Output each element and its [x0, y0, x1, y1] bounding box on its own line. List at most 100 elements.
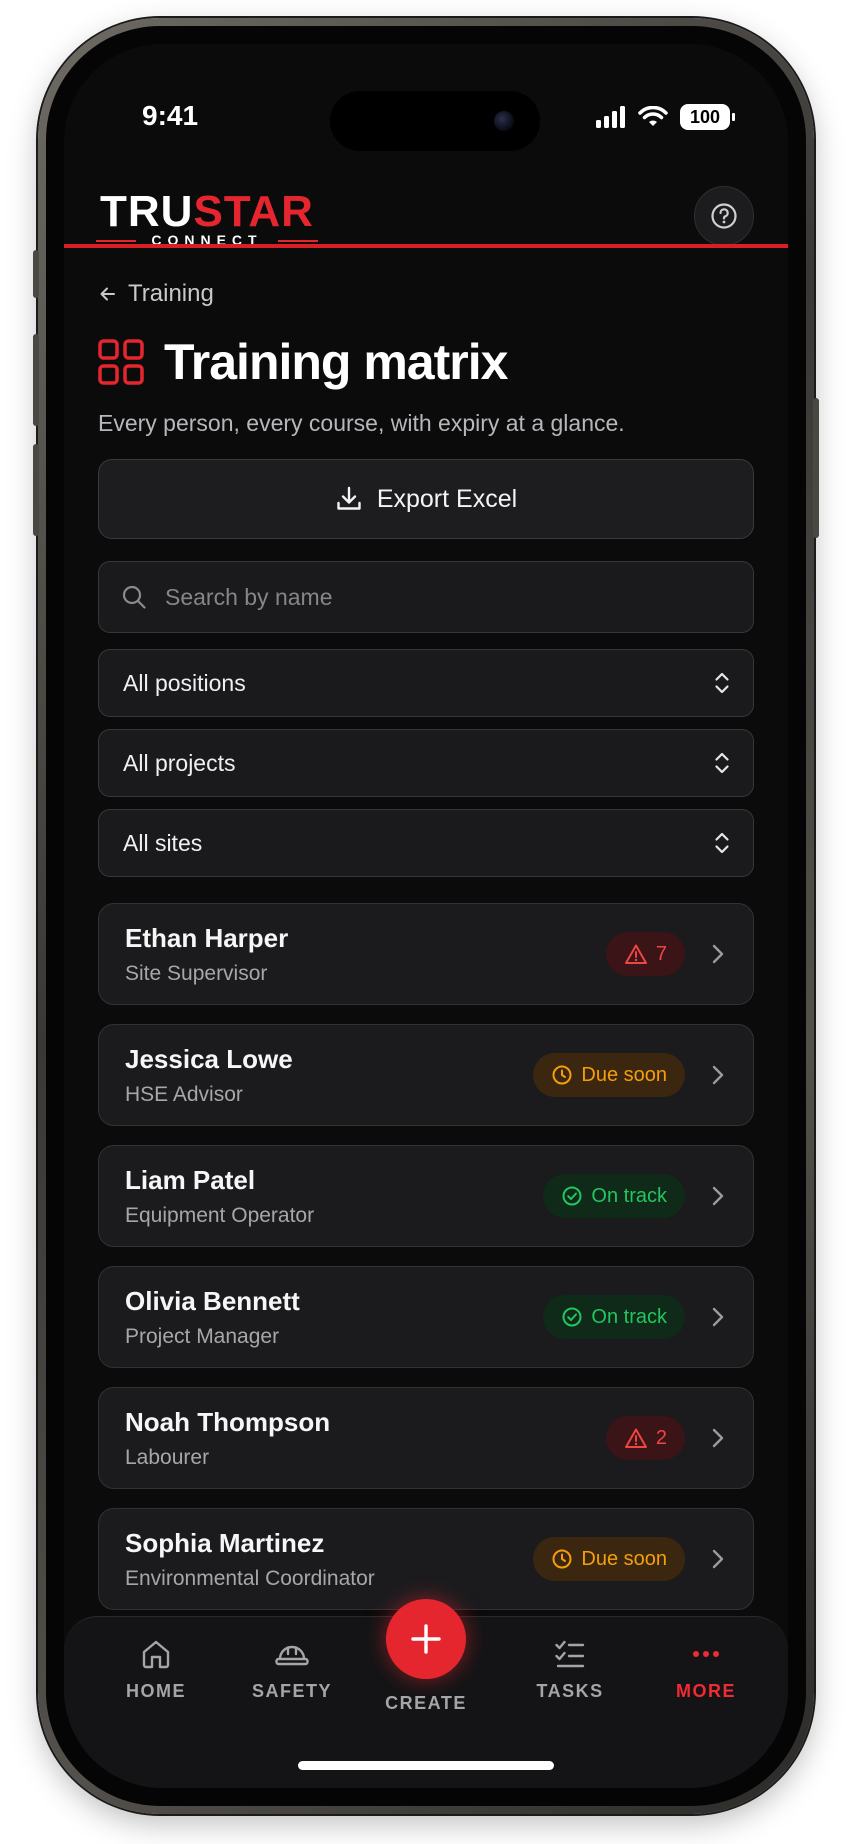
site-filter-select[interactable]: All sites — [98, 809, 754, 877]
status-badge-text: 7 — [655, 942, 667, 965]
search-icon — [122, 585, 146, 609]
tab-safety-label: SAFETY — [251, 1681, 332, 1701]
status-badge-text: On track — [591, 1305, 667, 1328]
person-row[interactable]: Olivia Bennett Project Manager On track — [98, 1266, 754, 1368]
bezel: 9:41 100 TRUSTAR CONNECT Training Traini… — [46, 26, 806, 1806]
search-box — [98, 561, 754, 633]
tab-home[interactable]: HOME — [96, 1637, 216, 1702]
volume-down-button — [33, 444, 39, 536]
check-circle-icon — [562, 1307, 582, 1327]
position-filter-select[interactable]: All positions — [98, 649, 754, 717]
clock-icon — [552, 1065, 572, 1085]
chevron-up-down-icon — [715, 672, 729, 694]
position-filter-value: All positions — [123, 669, 246, 696]
tab-safety[interactable]: SAFETY — [232, 1637, 352, 1702]
app-header: TRUSTAR CONNECT — [64, 172, 788, 264]
person-role: Equipment Operator — [125, 1203, 315, 1227]
status-badge-text: 2 — [655, 1426, 667, 1449]
back-label: Training — [128, 280, 214, 307]
trustar-logo[interactable]: TRUSTAR CONNECT — [96, 187, 318, 248]
search-input[interactable] — [165, 583, 753, 611]
person-name: Ethan Harper — [125, 922, 289, 953]
person-info: Ethan Harper Site Supervisor — [125, 923, 606, 986]
tab-more[interactable]: MORE — [646, 1637, 766, 1702]
person-name: Jessica Lowe — [125, 1043, 293, 1074]
status-badge-text: On track — [591, 1184, 667, 1207]
person-name: Olivia Bennett — [125, 1285, 300, 1316]
chevron-right-icon — [712, 1307, 724, 1327]
tab-tasks-label: TASKS — [536, 1681, 604, 1701]
site-filter-value: All sites — [123, 829, 203, 856]
battery-indicator: 100 — [680, 104, 735, 130]
status-badge-text: Due soon — [581, 1547, 667, 1570]
wifi-icon — [638, 106, 668, 126]
project-filter-value: All projects — [123, 749, 236, 776]
hard-hat-icon — [275, 1645, 309, 1666]
chevron-right-icon — [712, 1186, 724, 1206]
chevron-right-icon — [712, 1549, 724, 1569]
status-icons: 100 — [596, 104, 735, 130]
title-row: Training matrix — [98, 332, 754, 392]
screen: 9:41 100 TRUSTAR CONNECT Training Traini… — [64, 44, 788, 1788]
task-list-icon — [555, 1640, 585, 1668]
row-chevron — [711, 942, 727, 966]
person-info: Olivia Bennett Project Manager — [125, 1286, 543, 1349]
person-row[interactable]: Sophia Martinez Environmental Coordinator… — [98, 1508, 754, 1610]
tab-tasks[interactable]: TASKS — [510, 1637, 630, 1702]
row-chevron — [711, 1426, 727, 1450]
person-row[interactable]: Jessica Lowe HSE Advisor Due soon — [98, 1024, 754, 1126]
row-chevron — [711, 1063, 727, 1087]
camera-icon — [494, 111, 514, 131]
clock-icon — [552, 1549, 572, 1569]
status-time: 9:41 — [142, 100, 199, 131]
tab-create-label: CREATE — [385, 1693, 467, 1713]
person-name: Noah Thompson — [125, 1406, 331, 1437]
dynamic-island — [330, 91, 540, 151]
page-subtitle: Every person, every course, with expiry … — [98, 410, 625, 436]
grid-icon — [98, 339, 144, 385]
person-role: Labourer — [125, 1445, 210, 1469]
action-button — [33, 250, 39, 298]
row-chevron — [711, 1547, 727, 1571]
download-icon — [337, 486, 361, 510]
person-info: Liam Patel Equipment Operator — [125, 1165, 543, 1228]
main-content: Training Training matrix Every person, e… — [98, 278, 754, 1629]
tab-more-label: MORE — [676, 1681, 736, 1701]
phone-frame: 9:41 100 TRUSTAR CONNECT Training Traini… — [33, 18, 819, 1814]
person-info: Noah Thompson Labourer — [125, 1407, 606, 1470]
person-role: Project Manager — [125, 1324, 280, 1348]
status-badge: Due soon — [533, 1537, 685, 1581]
export-excel-button[interactable]: Export Excel — [98, 459, 754, 539]
header-divider — [64, 244, 788, 248]
cellular-signal-icon — [596, 106, 625, 128]
person-row[interactable]: Noah Thompson Labourer 2 — [98, 1387, 754, 1489]
chevron-up-down-icon — [715, 752, 729, 774]
chevron-up-down-icon — [715, 832, 729, 854]
chevron-right-icon — [712, 1065, 724, 1085]
project-filter-select[interactable]: All projects — [98, 729, 754, 797]
back-link[interactable]: Training — [98, 278, 754, 310]
help-icon — [711, 203, 737, 229]
tab-home-label: HOME — [126, 1681, 186, 1701]
arrow-left-icon — [100, 287, 115, 301]
warning-triangle-icon — [624, 1428, 647, 1448]
people-list: Ethan Harper Site Supervisor 7 Jessica Lowe… — [98, 903, 754, 1610]
row-chevron — [711, 1305, 727, 1329]
home-indicator[interactable] — [298, 1761, 554, 1770]
page-title: Training matrix — [164, 334, 508, 390]
person-row[interactable]: Ethan Harper Site Supervisor 7 — [98, 903, 754, 1005]
volume-up-button — [33, 334, 39, 426]
help-button[interactable] — [694, 186, 754, 246]
logo-text-star: STAR — [193, 187, 314, 236]
chevron-right-icon — [712, 944, 724, 964]
more-dots-icon — [693, 1651, 719, 1657]
person-row[interactable]: Liam Patel Equipment Operator On track — [98, 1145, 754, 1247]
person-role: Site Supervisor — [125, 961, 268, 985]
status-badge: Due soon — [533, 1053, 685, 1097]
status-badge: 7 — [605, 932, 685, 976]
person-name: Sophia Martinez — [125, 1527, 325, 1558]
status-badge-text: Due soon — [581, 1063, 667, 1086]
status-badge: On track — [543, 1295, 685, 1339]
create-button[interactable] — [386, 1599, 466, 1679]
logo-text-tru: TRU — [100, 187, 194, 236]
